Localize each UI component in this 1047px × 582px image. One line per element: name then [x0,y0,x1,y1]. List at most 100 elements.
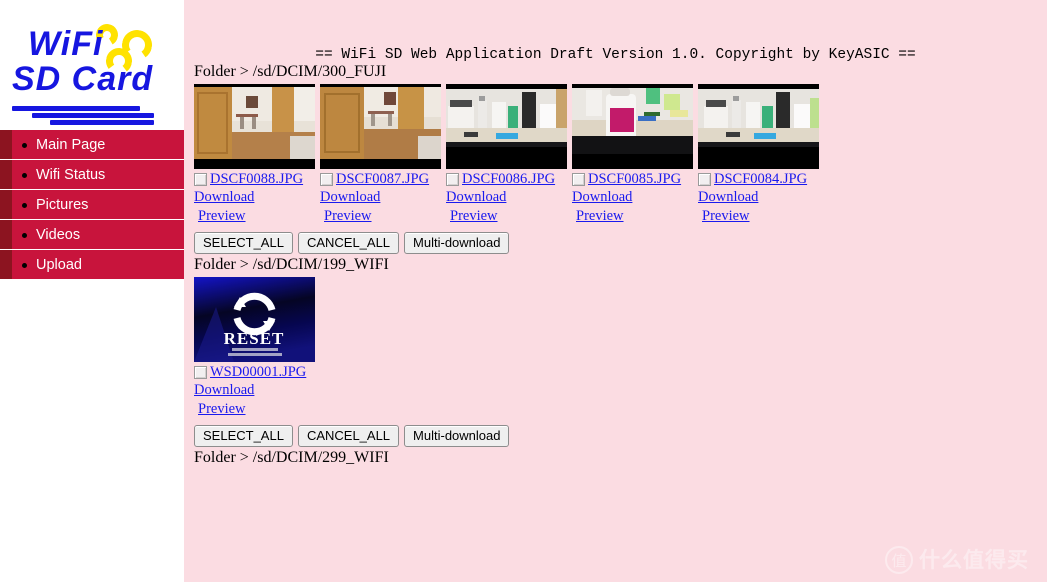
select-all-button[interactable]: SELECT_ALL [194,232,293,254]
sidebar-item-label: Pictures [36,197,89,213]
bullet-icon [22,233,27,238]
download-link[interactable]: Download [572,189,632,205]
download-row: Download [194,381,315,400]
select-all-button[interactable]: SELECT_ALL [194,425,293,447]
file-row: DSCF0084.JPG [698,171,819,188]
file-name-link[interactable]: DSCF0087.JPG [336,171,429,188]
page-root: WiFi SD Card Main Page Wifi Status Pictu… [0,0,1047,582]
preview-row: Preview [194,400,315,419]
button-row: SELECT_ALL CANCEL_ALL Multi-download [184,226,1047,256]
thumbnail-row: RESET WSD00001.JPG Download Preview [184,277,1047,419]
sidebar-item-label: Upload [36,257,82,273]
file-checkbox[interactable] [320,173,333,186]
logo-underline-bar [50,120,154,125]
file-name-link[interactable]: DSCF0086.JPG [462,171,555,188]
sidebar-item-label: Wifi Status [36,167,106,183]
thumbnail-image[interactable] [698,84,819,169]
preview-link[interactable]: Preview [702,208,750,224]
preview-link[interactable]: Preview [576,208,624,224]
file-card: DSCF0086.JPG Download Preview [446,84,567,226]
file-row: DSCF0086.JPG [446,171,567,188]
button-row: SELECT_ALL CANCEL_ALL Multi-download [184,419,1047,449]
file-checkbox[interactable] [572,173,585,186]
download-row: Download [446,188,567,207]
folder-section: Folder > /sd/DCIM/199_WIFI RESET WSD0000… [184,256,1047,449]
download-row: Download [698,188,819,207]
file-card: DSCF0085.JPG Download Preview [572,84,693,226]
sidebar-item-videos[interactable]: Videos [0,220,184,250]
folder-section: Folder > /sd/DCIM/299_WIFI [184,449,1047,470]
download-link[interactable]: Download [698,189,758,205]
download-link[interactable]: Download [194,382,254,398]
file-row: DSCF0087.JPG [320,171,441,188]
logo-underline-bar [32,113,154,118]
preview-link[interactable]: Preview [198,401,246,417]
file-card: RESET WSD00001.JPG Download Preview [194,277,315,419]
thumbnail-image[interactable] [320,84,441,169]
watermark-text: 什么值得买 [919,548,1029,572]
sidebar-item-pictures[interactable]: Pictures [0,190,184,220]
thumbnail-row: DSCF0088.JPG Download Preview DSCF0087.J… [184,84,1047,226]
folder-path-label: Folder > /sd/DCIM/300_FUJI [194,63,387,80]
folder-section: Folder > /sd/DCIM/300_FUJI DSCF0088.JPG … [184,63,1047,256]
file-checkbox[interactable] [698,173,711,186]
file-name-link[interactable]: WSD00001.JPG [210,364,306,381]
preview-row: Preview [572,207,693,226]
file-card: DSCF0088.JPG Download Preview [194,84,315,226]
bullet-icon [22,263,27,268]
preview-row: Preview [698,207,819,226]
thumbnail-image[interactable] [446,84,567,169]
cancel-all-button[interactable]: CANCEL_ALL [297,425,400,447]
preview-link[interactable]: Preview [198,208,246,224]
download-row: Download [572,188,693,207]
file-card: DSCF0087.JPG Download Preview [320,84,441,226]
folder-path-label: Folder > /sd/DCIM/199_WIFI [194,256,389,273]
thumbnail-image[interactable]: RESET [194,277,315,362]
sidebar-item-upload[interactable]: Upload [0,250,184,280]
app-title: == WiFi SD Web Application Draft Version… [315,47,916,63]
download-row: Download [194,188,315,207]
logo: WiFi SD Card [0,0,184,130]
sidebar-item-label: Videos [36,227,81,243]
main-content: == WiFi SD Web Application Draft Version… [184,0,1047,582]
preview-row: Preview [446,207,567,226]
file-row: WSD00001.JPG [194,364,315,381]
preview-link[interactable]: Preview [324,208,372,224]
file-checkbox[interactable] [194,173,207,186]
watermark: 值 什么值得买 [885,546,1029,574]
file-checkbox[interactable] [194,366,207,379]
download-row: Download [320,188,441,207]
file-row: DSCF0085.JPG [572,171,693,188]
thumbnail-image[interactable] [194,84,315,169]
watermark-logo-icon: 值 [885,546,913,574]
file-row: DSCF0088.JPG [194,171,315,188]
file-checkbox[interactable] [446,173,459,186]
file-name-link[interactable]: DSCF0084.JPG [714,171,807,188]
bullet-icon [22,173,27,178]
sidebar-item-main-page[interactable]: Main Page [0,130,184,160]
sidebar-item-wifi-status[interactable]: Wifi Status [0,160,184,190]
cancel-all-button[interactable]: CANCEL_ALL [297,232,400,254]
preview-link[interactable]: Preview [450,208,498,224]
logo-line-sdcard: SD Card [12,60,154,98]
bullet-icon [22,203,27,208]
file-name-link[interactable]: DSCF0085.JPG [588,171,681,188]
bullet-icon [22,143,27,148]
download-link[interactable]: Download [320,189,380,205]
sidebar-nav: Main Page Wifi Status Pictures Videos Up… [0,130,184,280]
svg-text:RESET: RESET [224,329,285,348]
preview-row: Preview [320,207,441,226]
sidebar-item-label: Main Page [36,137,106,153]
logo-underline-bar [12,106,140,111]
download-link[interactable]: Download [194,189,254,205]
preview-row: Preview [194,207,315,226]
sidebar: WiFi SD Card Main Page Wifi Status Pictu… [0,0,184,582]
download-link[interactable]: Download [446,189,506,205]
file-card: DSCF0084.JPG Download Preview [698,84,819,226]
file-name-link[interactable]: DSCF0088.JPG [210,171,303,188]
multi-download-button[interactable]: Multi-download [404,232,510,254]
logo-line-wifi: WiFi [28,25,104,63]
multi-download-button[interactable]: Multi-download [404,425,510,447]
folder-path-label: Folder > /sd/DCIM/299_WIFI [194,449,389,466]
thumbnail-image[interactable] [572,84,693,169]
